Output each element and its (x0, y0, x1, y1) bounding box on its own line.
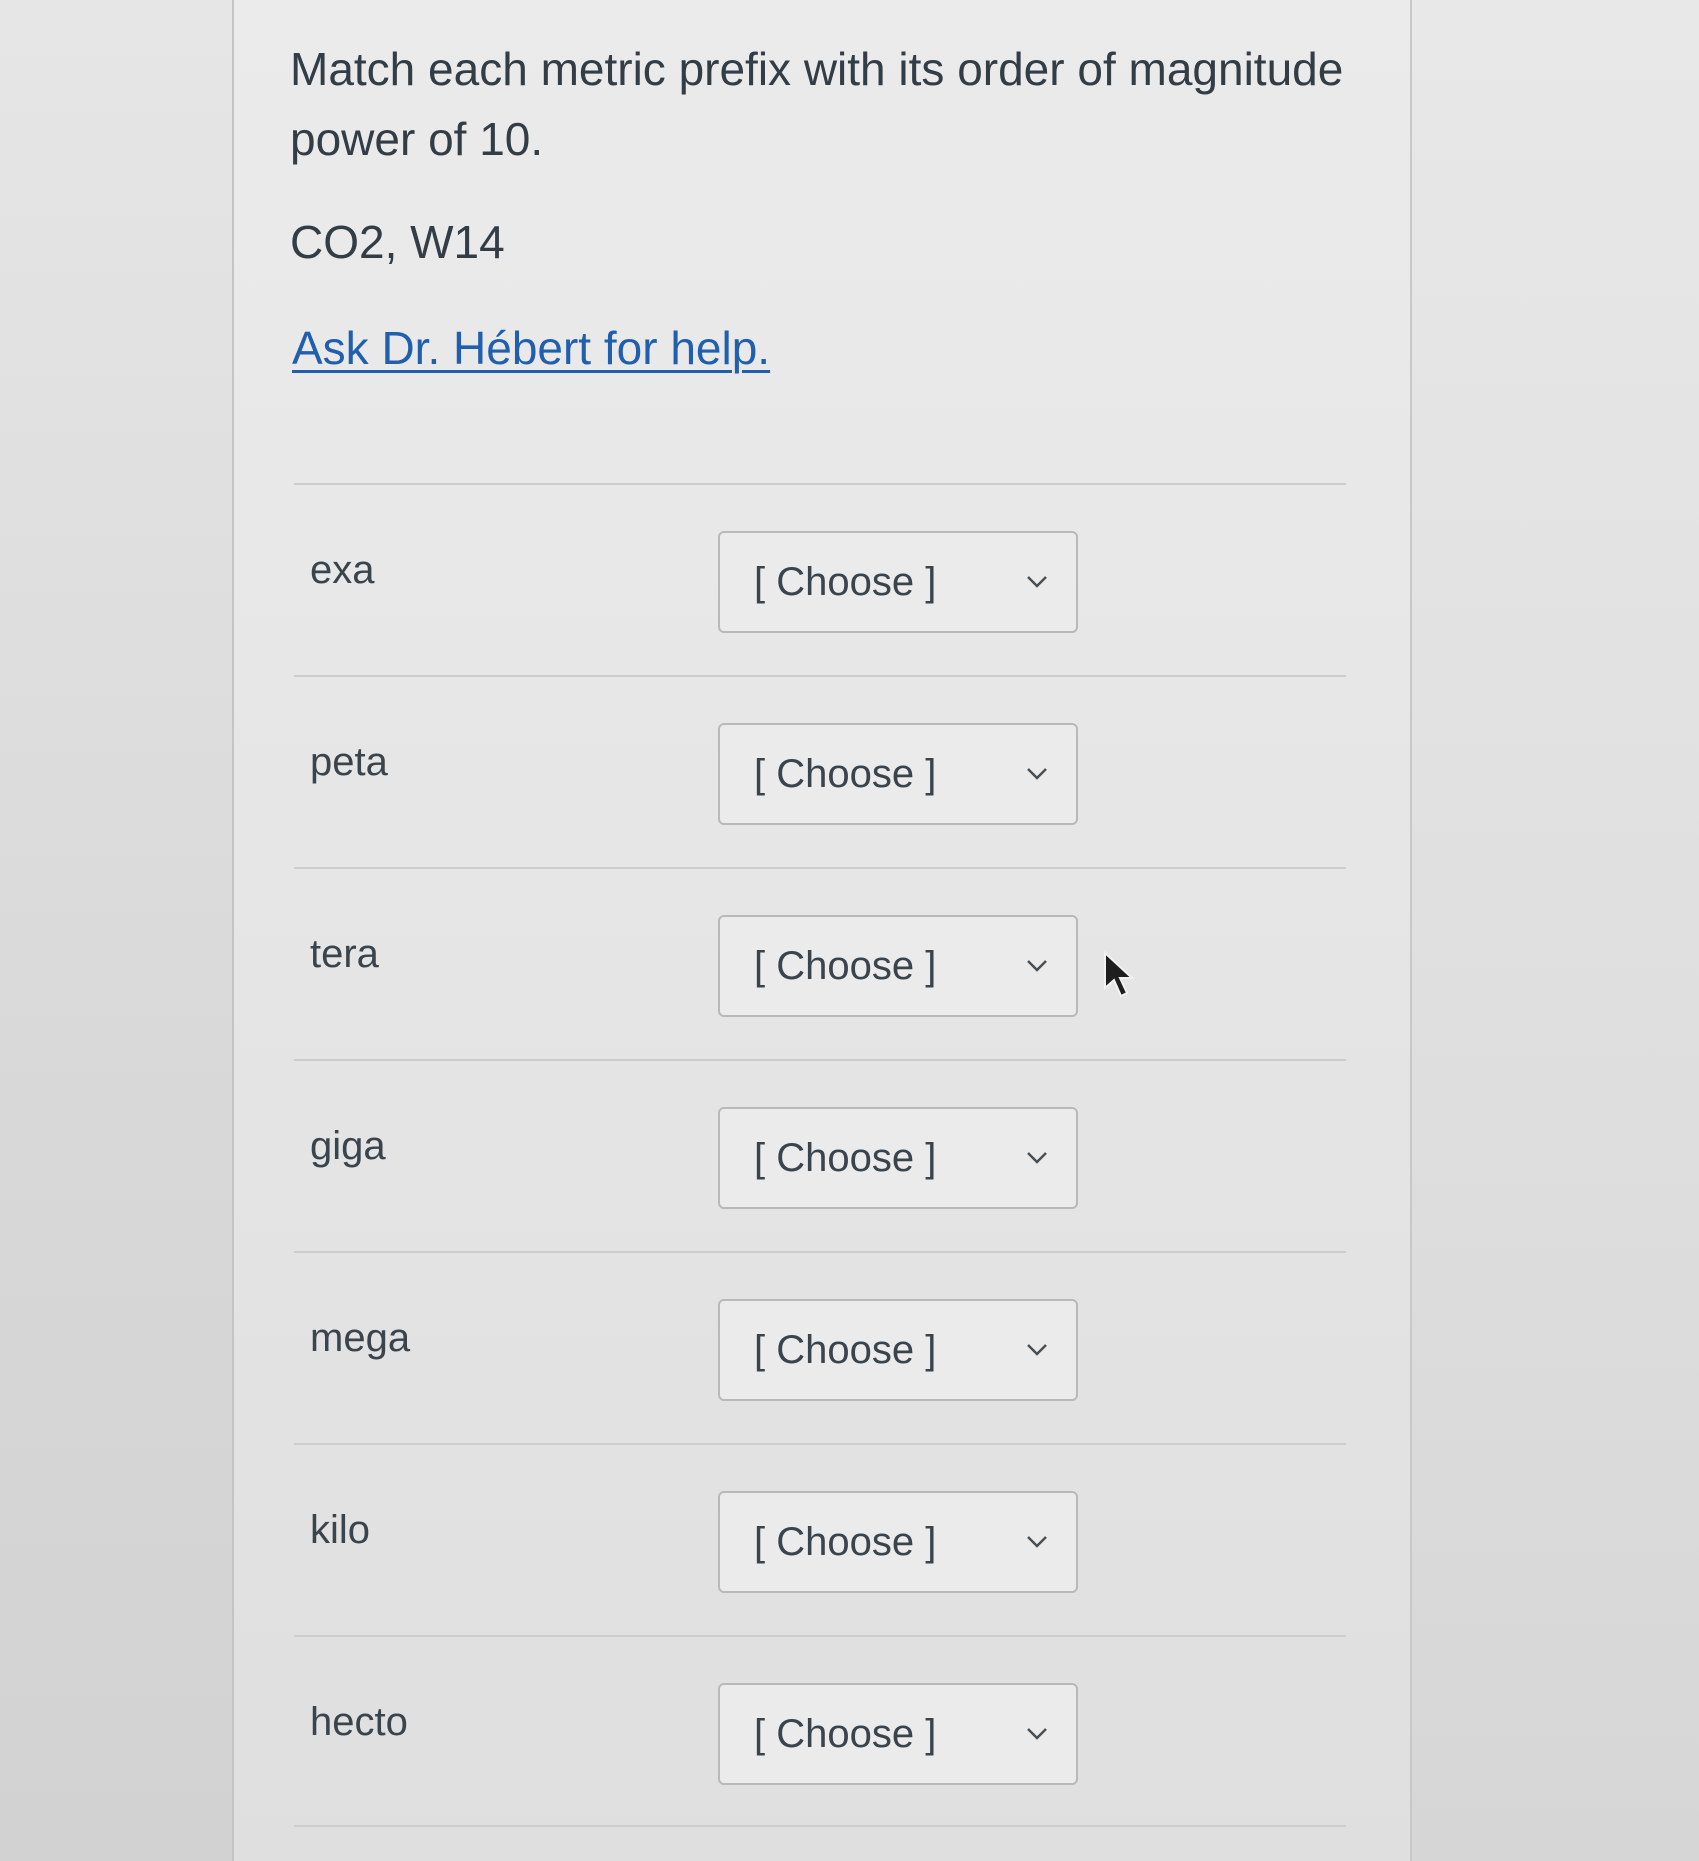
match-row-tera: tera [ Choose ] (294, 867, 1346, 1059)
answer-select-hecto[interactable]: [ Choose ] (718, 1683, 1078, 1785)
match-row-hecto: hecto [ Choose ] (294, 1635, 1346, 1827)
select-value: [ Choose ] (754, 1712, 937, 1756)
prefix-label: giga (310, 1124, 386, 1168)
screen-background-right (1412, 0, 1699, 1861)
chevron-down-icon (1027, 1344, 1047, 1356)
prefix-label: mega (310, 1316, 411, 1360)
select-value: [ Choose ] (754, 1520, 937, 1564)
select-value: [ Choose ] (754, 1328, 937, 1372)
prefix-label: kilo (310, 1508, 371, 1552)
select-value: [ Choose ] (754, 944, 937, 988)
match-row-giga: giga [ Choose ] (294, 1059, 1346, 1251)
match-row-exa: exa [ Choose ] (294, 483, 1346, 675)
chevron-down-icon (1027, 1536, 1047, 1548)
prefix-label: hecto (310, 1700, 408, 1744)
match-row-mega: mega [ Choose ] (294, 1251, 1346, 1443)
chevron-down-icon (1027, 768, 1047, 780)
chevron-down-icon (1027, 960, 1047, 972)
prefix-label: peta (310, 740, 388, 784)
select-value: [ Choose ] (754, 1136, 937, 1180)
help-link[interactable]: Ask Dr. Hébert for help. (292, 318, 770, 378)
answer-select-kilo[interactable]: [ Choose ] (718, 1491, 1078, 1593)
question-text: Match each metric prefix with its order … (290, 43, 1344, 165)
answer-select-tera[interactable]: [ Choose ] (718, 915, 1078, 1017)
match-row-peta: peta [ Choose ] (294, 675, 1346, 867)
course-code: CO2, W14 (290, 216, 505, 268)
answer-select-peta[interactable]: [ Choose ] (718, 723, 1078, 825)
select-value: [ Choose ] (754, 752, 937, 796)
question-panel: Match each metric prefix with its order … (232, 0, 1412, 1861)
prefix-label: exa (310, 548, 375, 592)
chevron-down-icon (1027, 1728, 1047, 1740)
answer-select-exa[interactable]: [ Choose ] (718, 531, 1078, 633)
answer-select-mega[interactable]: [ Choose ] (718, 1299, 1078, 1401)
mouse-cursor-icon (1104, 950, 1135, 998)
match-row-kilo: kilo [ Choose ] (294, 1443, 1346, 1635)
select-value: [ Choose ] (754, 560, 937, 604)
matching-list: exa [ Choose ] peta [ Choose ] tera [ Ch… (294, 483, 1346, 1827)
chevron-down-icon (1027, 1152, 1047, 1164)
answer-select-giga[interactable]: [ Choose ] (718, 1107, 1078, 1209)
chevron-down-icon (1027, 576, 1047, 588)
prefix-label: tera (310, 932, 379, 976)
screen-background-left (0, 0, 232, 1861)
